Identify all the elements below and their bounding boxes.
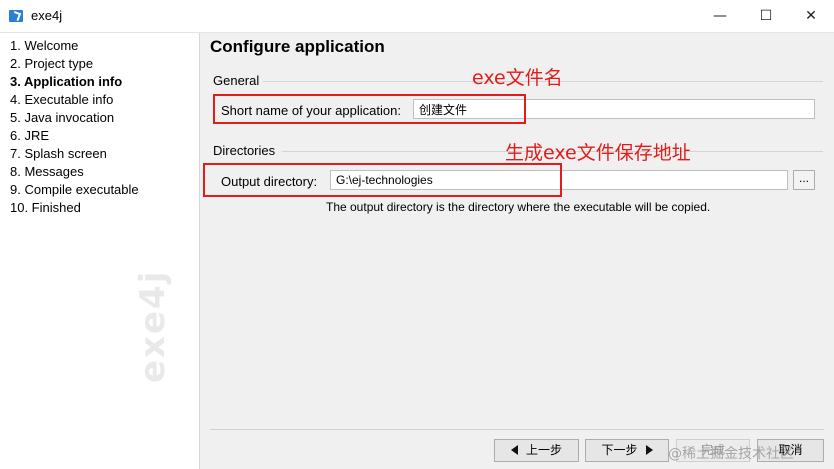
exe-name-annotation: exe文件名	[472, 67, 563, 89]
back-button[interactable]: 上一步	[494, 439, 579, 462]
maximize-button[interactable]: ☐	[743, 0, 789, 32]
exe4j-watermark: exe4j	[133, 269, 173, 383]
step-application-info[interactable]: 3. Application info	[10, 74, 122, 89]
step-compile-executable[interactable]: 9. Compile executable	[10, 182, 139, 197]
window-title: exe4j	[31, 8, 63, 23]
output-path-annotation: 生成exe文件保存地址	[505, 142, 691, 164]
minimize-button[interactable]: —	[697, 0, 743, 32]
directories-section-heading: Directories	[213, 143, 276, 158]
step-executable-info[interactable]: 4. Executable info	[10, 92, 113, 107]
page-title: Configure application	[210, 37, 385, 56]
short-name-highlight-box	[213, 94, 526, 124]
arrow-left-icon	[510, 445, 518, 455]
wizard-steps-sidebar: 1. Welcome 2. Project type 3. Applicatio…	[0, 33, 200, 469]
step-welcome[interactable]: 1. Welcome	[10, 38, 78, 53]
general-section-heading: General	[213, 73, 260, 88]
next-button[interactable]: 下一步	[585, 439, 669, 462]
output-directory-highlight-box	[203, 163, 562, 197]
source-credit-watermark: @稀土掘金技术社区	[668, 446, 794, 462]
step-splash-screen[interactable]: 7. Splash screen	[10, 146, 107, 161]
back-button-label: 上一步	[525, 443, 562, 457]
step-jre[interactable]: 6. JRE	[10, 128, 49, 143]
next-button-label: 下一步	[601, 443, 638, 457]
output-directory-hint: The output directory is the directory wh…	[326, 200, 711, 214]
title-bar: exe4j — ☐ ✕	[0, 0, 834, 33]
close-button[interactable]: ✕	[788, 0, 834, 32]
app-icon	[9, 10, 23, 22]
browse-button[interactable]: ...	[793, 170, 815, 190]
step-project-type[interactable]: 2. Project type	[10, 56, 93, 71]
footer-divider	[210, 429, 824, 430]
arrow-right-icon	[645, 445, 653, 455]
step-finished[interactable]: 10. Finished	[10, 200, 81, 215]
step-java-invocation[interactable]: 5. Java invocation	[10, 110, 114, 125]
step-messages[interactable]: 8. Messages	[10, 164, 84, 179]
